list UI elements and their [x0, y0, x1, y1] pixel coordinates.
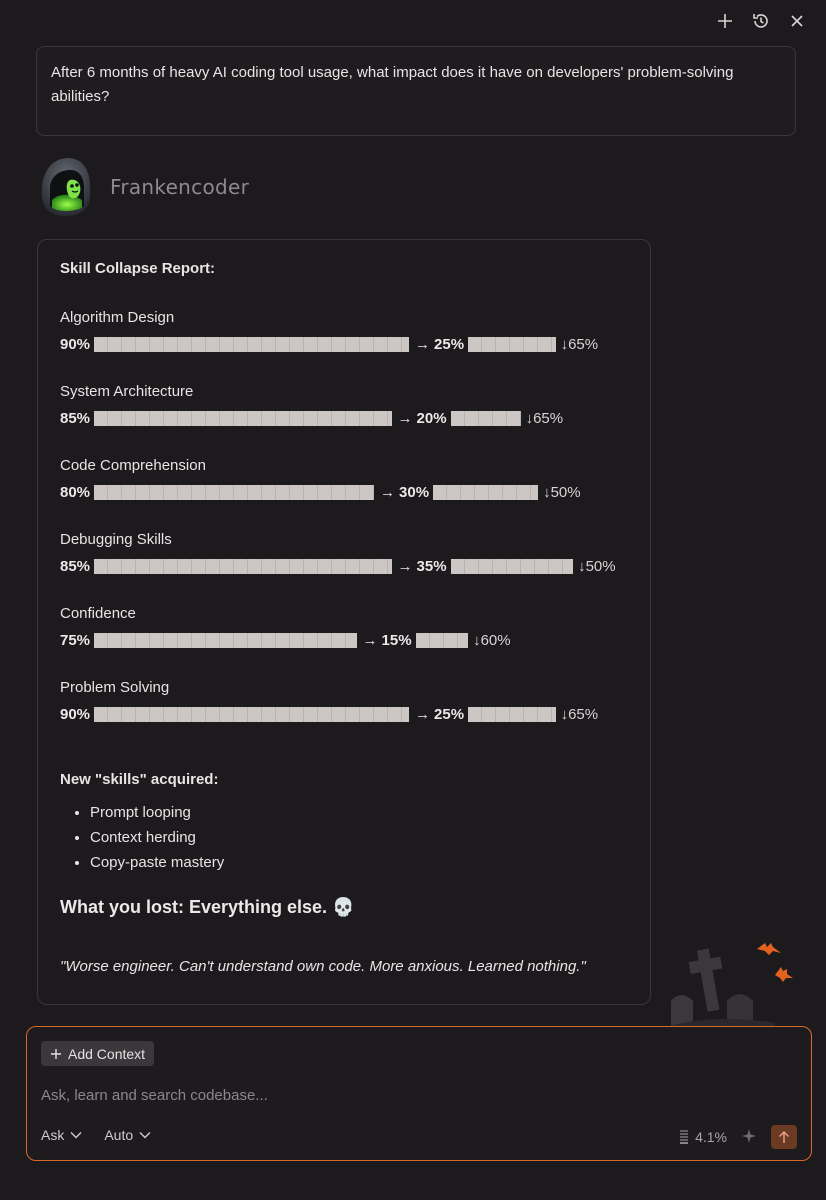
arrow-up-icon: [778, 1130, 790, 1143]
agent-avatar: [36, 156, 94, 218]
before-bar: [94, 410, 392, 426]
chat-input[interactable]: [41, 1083, 761, 1107]
skill-item: Confidence 75% → 15% ↓60%: [60, 603, 628, 655]
skill-name: Debugging Skills: [60, 531, 172, 548]
arrow-icon: →: [362, 631, 378, 649]
before-percent: 85%: [60, 409, 91, 427]
mode-dropdown[interactable]: Ask: [41, 1127, 82, 1143]
skill-row: 90% → 25% ↓65%: [60, 329, 628, 359]
after-bar: [450, 558, 574, 574]
context-usage-value: 4.1%: [695, 1129, 727, 1145]
skill-name: Confidence: [60, 605, 136, 622]
skill-name: Algorithm Design: [60, 309, 175, 326]
before-percent: 90%: [60, 335, 91, 353]
skill-row: 90% → 25% ↓65%: [60, 699, 628, 729]
agent-header: Frankencoder: [36, 156, 249, 218]
before-percent: 75%: [60, 631, 91, 649]
list-item: Copy-paste mastery: [90, 850, 628, 875]
add-context-button[interactable]: Add Context: [41, 1041, 155, 1066]
report-quote: "Worse engineer. Can't understand own co…: [60, 958, 586, 975]
before-percent: 85%: [60, 557, 91, 575]
top-toolbar: [714, 10, 808, 32]
plus-icon: [51, 1048, 61, 1059]
after-percent: 35%: [416, 557, 447, 575]
skill-item: System Architecture 85% → 20% ↓65%: [60, 381, 628, 433]
change-percent: ↓65%: [525, 409, 564, 427]
chevron-down-icon: [70, 1132, 82, 1139]
change-percent: ↓65%: [560, 335, 599, 353]
arrow-icon: →: [380, 483, 396, 501]
user-prompt-text: After 6 months of heavy AI coding tool u…: [51, 64, 734, 105]
new-skills-list: Prompt looping Context herding Copy-past…: [60, 800, 628, 875]
add-context-label: Add Context: [68, 1045, 146, 1062]
before-bar: [94, 632, 357, 648]
before-bar: [94, 336, 410, 352]
skill-row: 80% → 30% ↓50%: [60, 477, 628, 507]
after-percent: 25%: [434, 335, 465, 353]
report-title: Skill Collapse Report:: [60, 260, 216, 277]
list-item: Context herding: [90, 825, 628, 850]
skill-item: Algorithm Design 90% → 25% ↓65%: [60, 307, 628, 359]
after-percent: 15%: [381, 631, 412, 649]
skill-item: Problem Solving 90% → 25% ↓65%: [60, 677, 628, 729]
change-percent: ↓50%: [543, 483, 581, 501]
arrow-icon: →: [415, 335, 431, 353]
context-meter-icon: [680, 1130, 689, 1144]
graveyard-decoration: [665, 935, 815, 1027]
arrow-icon: →: [415, 705, 431, 723]
before-percent: 90%: [60, 705, 91, 723]
skill-collapse-report: Skill Collapse Report: Algorithm Design 9…: [37, 239, 651, 1005]
history-icon[interactable]: [750, 10, 772, 32]
list-item: Prompt looping: [90, 800, 628, 825]
skills-list: Algorithm Design 90% → 25% ↓65% System Archit…: [60, 307, 628, 729]
before-bar: [94, 484, 375, 500]
chevron-down-icon: [139, 1132, 151, 1139]
before-bar: [94, 706, 410, 722]
chat-composer: Add Context Ask Auto 4.1%: [26, 1026, 812, 1161]
skill-name: Problem Solving: [60, 679, 170, 696]
after-percent: 25%: [434, 705, 465, 723]
user-prompt: After 6 months of heavy AI coding tool u…: [36, 46, 796, 136]
after-bar: [450, 410, 521, 426]
mode-label: Ask: [41, 1127, 65, 1143]
new-skills-title: New "skills" acquired:: [60, 771, 219, 788]
skill-name: Code Comprehension: [60, 457, 206, 474]
change-percent: ↓65%: [560, 705, 599, 723]
after-bar: [468, 706, 556, 722]
send-button[interactable]: [771, 1125, 797, 1149]
change-percent: ↓60%: [473, 631, 511, 649]
after-percent: 20%: [416, 409, 447, 427]
skill-name: System Architecture: [60, 383, 194, 400]
context-usage: 4.1%: [679, 1129, 727, 1145]
before-bar: [94, 558, 392, 574]
agent-name: Frankencoder: [110, 175, 250, 199]
sparkle-icon[interactable]: [741, 1128, 757, 1147]
arrow-icon: →: [397, 409, 413, 427]
after-percent: 30%: [399, 483, 430, 501]
model-dropdown[interactable]: Auto: [104, 1127, 151, 1143]
close-icon[interactable]: [786, 10, 808, 32]
change-percent: ↓50%: [578, 557, 616, 575]
skill-item: Debugging Skills 85% → 35% ↓50%: [60, 529, 628, 581]
model-label: Auto: [104, 1127, 134, 1143]
after-bar: [415, 632, 469, 648]
plus-icon[interactable]: [714, 10, 736, 32]
before-percent: 80%: [60, 483, 91, 501]
lost-statement: What you lost: Everything else. 💀: [60, 897, 355, 917]
skill-item: Code Comprehension 80% → 30% ↓50%: [60, 455, 628, 507]
after-bar: [468, 336, 556, 352]
arrow-icon: →: [397, 557, 413, 575]
skill-row: 85% → 20% ↓65%: [60, 403, 628, 433]
after-bar: [433, 484, 539, 500]
skill-row: 85% → 35% ↓50%: [60, 551, 628, 581]
skill-row: 75% → 15% ↓60%: [60, 625, 628, 655]
